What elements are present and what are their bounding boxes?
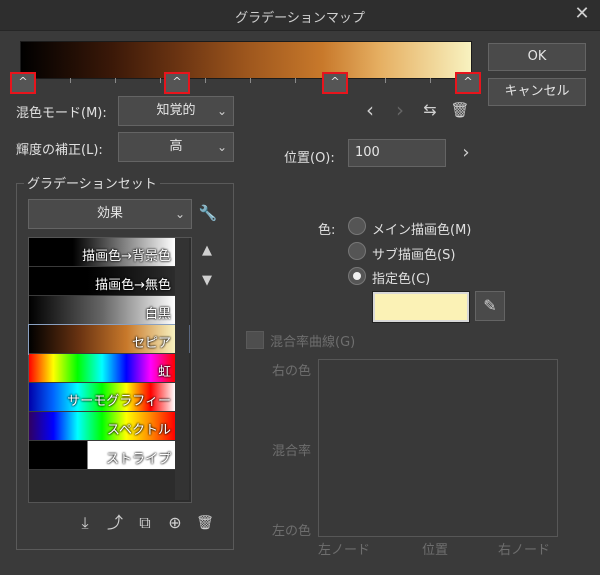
ok-button[interactable]: OK (488, 43, 586, 71)
close-icon[interactable]: ✕ (572, 4, 592, 24)
gradient-category-value: 効果 (96, 206, 123, 221)
blend-mode-value: 知覚的 (156, 103, 196, 118)
list-item[interactable]: 描画色→背景色 (29, 238, 175, 267)
gradient-set-title: グラデーションセット (24, 173, 160, 192)
next-node-icon[interactable]: › (388, 98, 412, 122)
move-down-icon[interactable]: ▼ (196, 270, 218, 292)
duplicate-icon[interactable]: ⧉ (134, 512, 156, 534)
radio-specified-color-label: 指定色(C) (372, 272, 431, 287)
dialog-title: グラデーションマップ (235, 11, 365, 26)
brightness-label: 輝度の補正(L): (16, 143, 103, 158)
add-gradient-icon[interactable]: ⊕ (164, 512, 186, 534)
gradient-node-3[interactable]: ^ (322, 72, 348, 94)
position-input[interactable]: 100 (348, 139, 446, 167)
chevron-down-icon: ⌄ (216, 104, 227, 118)
brightness-select[interactable]: 高 ⌄ (118, 132, 234, 162)
curve-right-node-label: 右ノード (498, 543, 551, 558)
curve-mix-rate-label: 混合率 (272, 444, 312, 459)
cancel-button[interactable]: キャンセル (488, 78, 586, 106)
list-item[interactable]: サーモグラフィー (29, 383, 175, 412)
gradient-category-select[interactable]: 効果 ⌄ (28, 199, 192, 229)
delete-gradient-icon[interactable]: 🗑 (194, 512, 216, 534)
curve-left-node-label: 左ノード (318, 543, 371, 558)
chevron-down-icon: ⌄ (216, 140, 227, 154)
gradient-node-1[interactable]: ^ (10, 72, 36, 94)
list-item[interactable]: 白黒 (29, 296, 175, 325)
gradient-node-2[interactable]: ^ (164, 72, 190, 94)
gradient-node-4[interactable]: ^ (455, 72, 481, 94)
gradient-preview-bar[interactable] (20, 41, 472, 79)
position-label: 位置(O): (284, 151, 335, 166)
delete-node-icon[interactable]: 🗑 (448, 98, 472, 122)
radio-main-color[interactable] (348, 217, 366, 235)
chevron-right-icon[interactable]: › (454, 141, 478, 165)
radio-sub-color[interactable] (348, 242, 366, 260)
mix-curve-graph[interactable] (318, 359, 558, 537)
blend-mode-select[interactable]: 知覚的 ⌄ (118, 96, 234, 126)
brightness-value: 高 (169, 139, 183, 154)
export-icon[interactable]: ⤴ (104, 512, 126, 534)
radio-main-color-label: メイン描画色(M) (372, 223, 472, 238)
list-item[interactable]: ストライプ (29, 441, 175, 470)
radio-sub-color-label: サブ描画色(S) (372, 248, 456, 263)
import-icon[interactable]: ⤓ (74, 512, 96, 534)
gradient-list-scrollbar[interactable] (175, 238, 189, 500)
radio-specified-color[interactable] (348, 267, 366, 285)
mix-curve-checkbox[interactable] (246, 331, 264, 349)
flip-gradient-icon[interactable]: ⇆ (418, 98, 442, 122)
blend-mode-label: 混色モード(M): (16, 106, 107, 121)
gradient-ticks (20, 78, 472, 88)
move-up-icon[interactable]: ▲ (196, 240, 218, 262)
list-item[interactable]: スペクトル (29, 412, 175, 441)
specified-color-swatch[interactable] (372, 291, 470, 323)
gradient-set-list: 描画色→背景色 描画色→無色 白黒 セピア 虹 サーモグラフィー スペクトル ス… (28, 237, 192, 503)
prev-node-icon[interactable]: ‹ (358, 98, 382, 122)
curve-position-label: 位置 (422, 543, 449, 558)
mix-curve-label: 混合率曲線(G) (270, 335, 356, 350)
list-item[interactable]: 虹 (29, 354, 175, 383)
eyedropper-icon[interactable]: ✎ (475, 291, 505, 321)
list-item-selected[interactable]: セピア (28, 324, 190, 355)
list-item[interactable]: 描画色→無色 (29, 267, 175, 296)
curve-right-color-label: 右の色 (272, 364, 312, 379)
wrench-icon[interactable]: 🔧 (196, 201, 220, 225)
curve-left-color-label: 左の色 (272, 524, 312, 539)
chevron-down-icon: ⌄ (174, 207, 185, 221)
color-label: 色: (318, 223, 336, 238)
